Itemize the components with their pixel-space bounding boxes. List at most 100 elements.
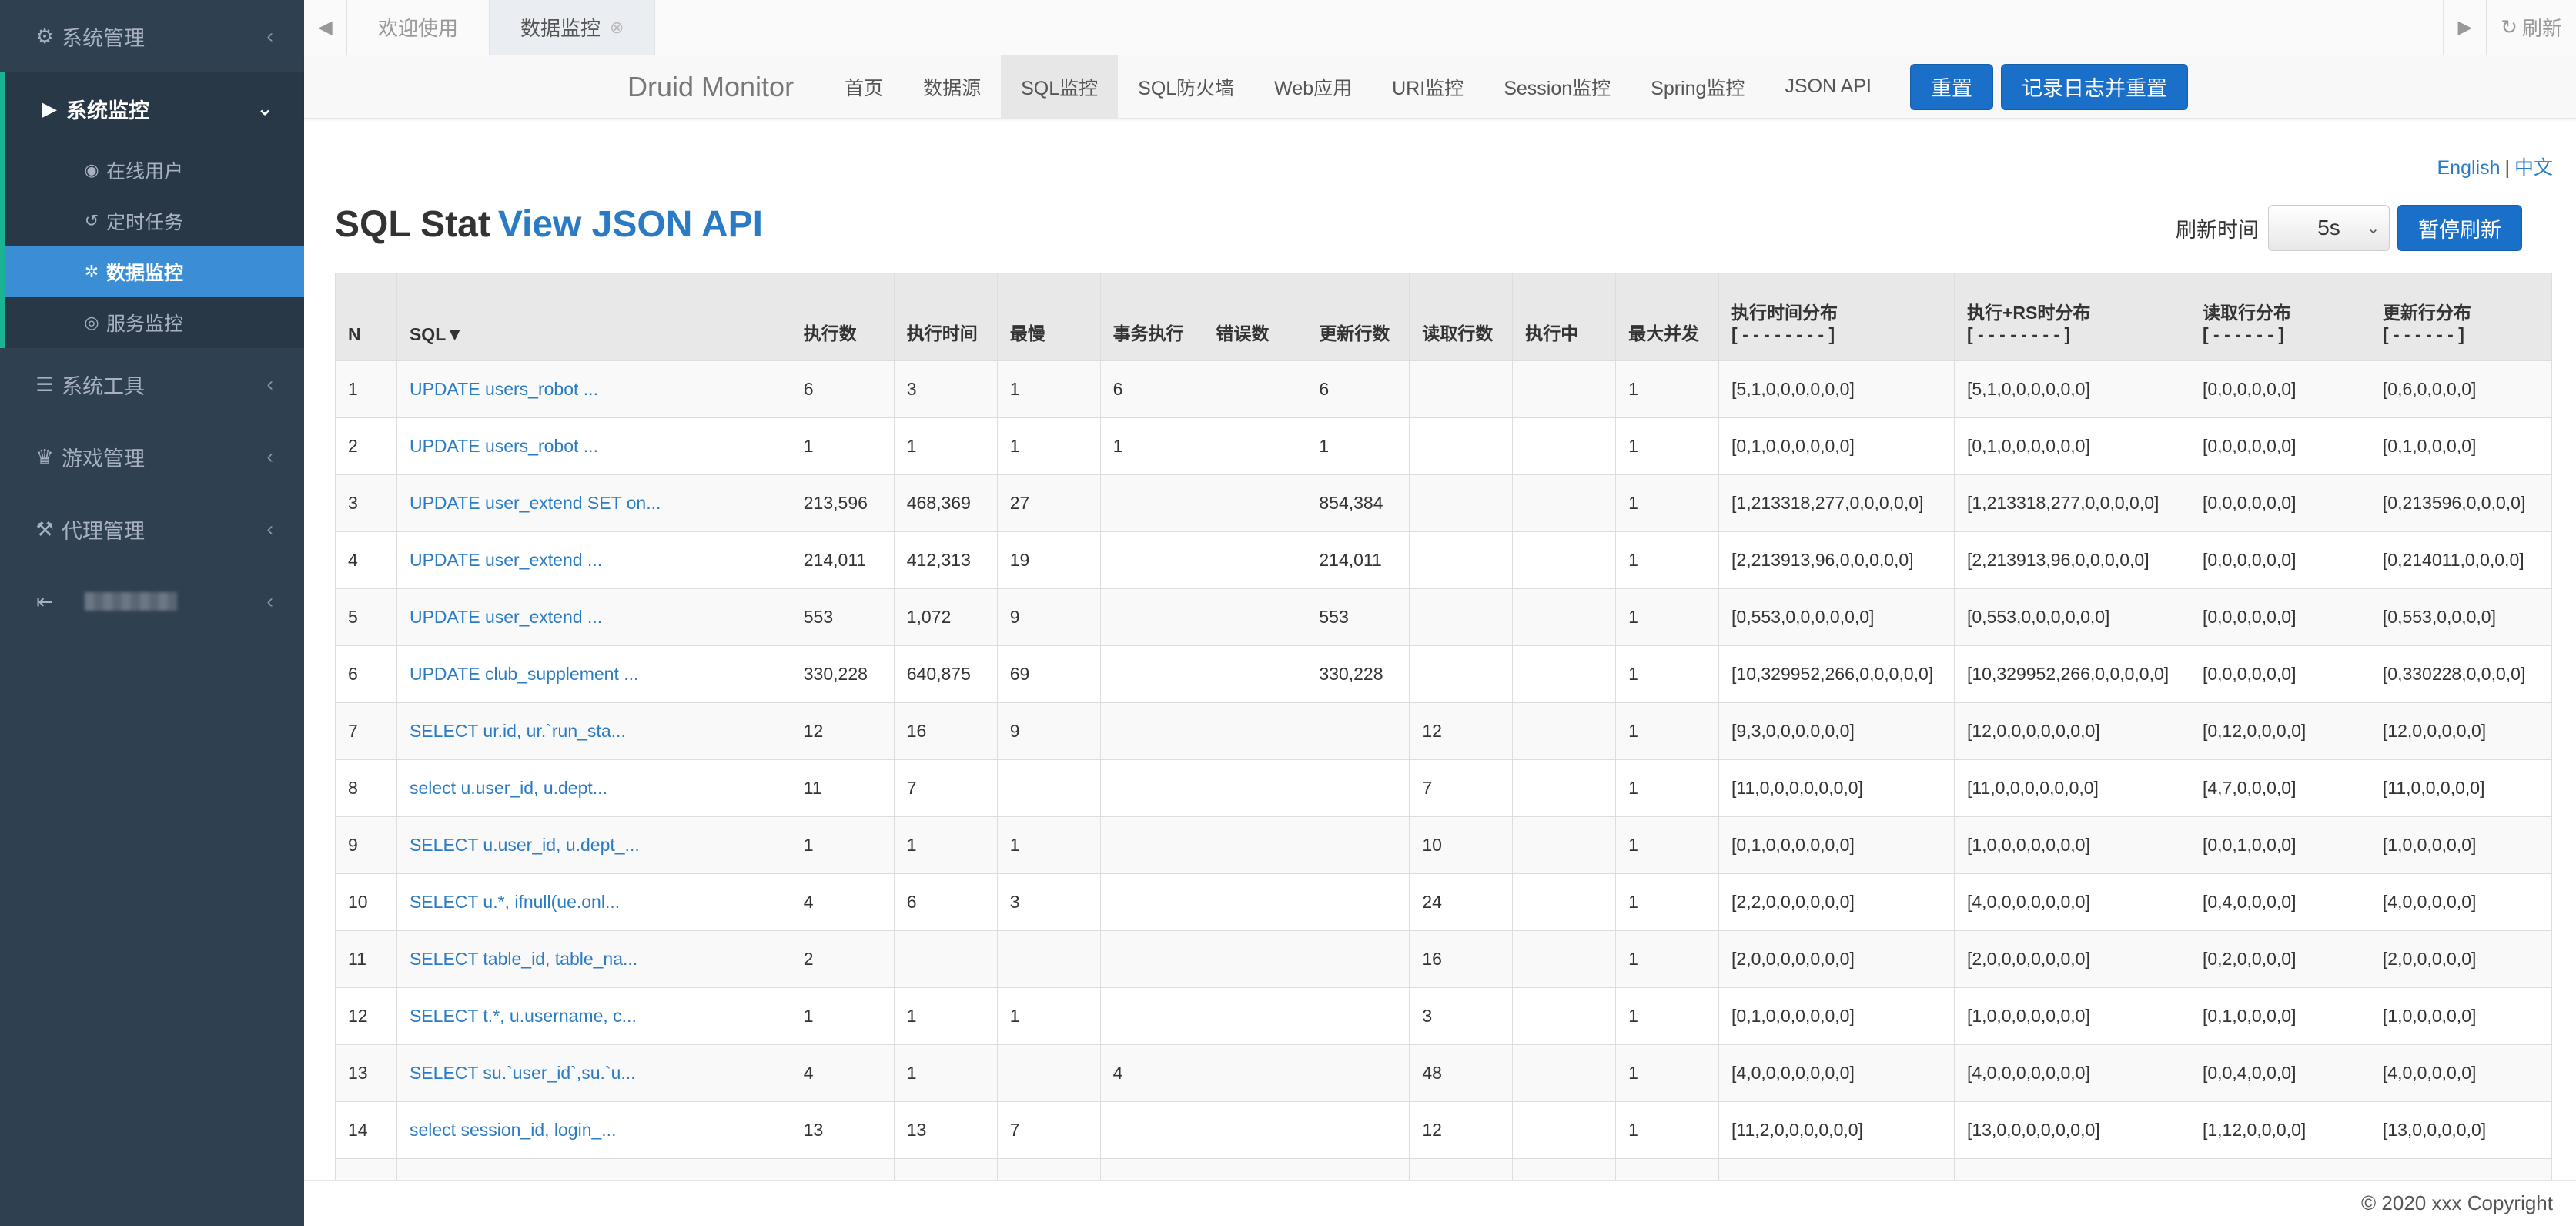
sql-link-cell[interactable]: SELECT t.*, u.username, c... bbox=[396, 987, 791, 1045]
view-json-api-link[interactable]: View JSON API bbox=[498, 204, 763, 245]
nav-session-monitor[interactable]: Session监控 bbox=[1484, 55, 1631, 118]
nav-uri-monitor[interactable]: URI监控 bbox=[1372, 55, 1484, 118]
tab-welcome[interactable]: 欢迎使用 bbox=[347, 0, 490, 55]
refresh-icon: ↻ bbox=[2501, 15, 2517, 39]
history-icon: ↺ bbox=[84, 211, 99, 230]
lang-english-link[interactable]: English bbox=[2437, 157, 2500, 179]
close-icon[interactable]: ⊗ bbox=[610, 18, 624, 38]
table-cell bbox=[1409, 360, 1514, 418]
refresh-tab-button[interactable]: ↻ 刷新 bbox=[2486, 0, 2576, 55]
table-cell: 6 bbox=[893, 873, 998, 931]
column-header-label: 更新行数 bbox=[1319, 323, 1390, 343]
tab-data-monitor[interactable]: 数据监控 ⊗ bbox=[490, 0, 656, 55]
sql-link-cell[interactable]: UPDATE user_extend ... bbox=[396, 531, 791, 589]
table-cell: 1,072 bbox=[893, 588, 998, 646]
nav-spring-monitor[interactable]: Spring监控 bbox=[1631, 55, 1765, 118]
table-cell: 9 bbox=[335, 816, 397, 874]
sql-link-cell[interactable]: SELECT table_id, table_na... bbox=[396, 930, 791, 988]
reset-button[interactable]: 重置 bbox=[1909, 63, 1993, 110]
sidebar-item-online-users[interactable]: ◉ 在线用户 bbox=[5, 145, 304, 196]
table-cell: 1 bbox=[1615, 702, 1720, 760]
nav-datasource[interactable]: 数据源 bbox=[903, 55, 1001, 118]
table-cell: 2 bbox=[790, 930, 895, 988]
table-cell: 24 bbox=[1409, 873, 1514, 931]
main-content: English | 中文 SQL Stat View JSON API 刷新时间 5s… bbox=[304, 119, 2576, 1180]
table-cell: [4,0,0,0,0,0,0,0] bbox=[1954, 1044, 2190, 1102]
table-cell bbox=[1512, 531, 1617, 589]
table-cell: 553 bbox=[1306, 588, 1410, 646]
sidebar-item-redacted[interactable]: ⇤ ‹ bbox=[0, 565, 304, 638]
table-cell: 1 bbox=[1615, 360, 1720, 418]
sql-link-cell[interactable]: SELECT ur.id, ur.`run_sta... bbox=[396, 702, 791, 760]
sidebar-item-system-tools[interactable]: ☰ 系统工具 ‹ bbox=[0, 348, 304, 420]
table-header-row: N SQL▼ 执行数 执行时间 最慢 事务执行 错误数 更新行数 读取行数 执行中 最大并发 执行时间… bbox=[335, 273, 2553, 361]
brand-logo[interactable]: Druid Monitor bbox=[627, 55, 825, 118]
table-row: 4 UPDATE user_extend ... 214,011 412,313 19 2… bbox=[335, 531, 2553, 589]
gavel-icon: ⚒ bbox=[35, 517, 54, 541]
nav-home[interactable]: 首页 bbox=[825, 55, 903, 118]
table-cell bbox=[1099, 1101, 1204, 1159]
nav-json-api[interactable]: JSON API bbox=[1765, 55, 1892, 118]
table-cell bbox=[1512, 816, 1617, 874]
chevron-left-icon: ‹ bbox=[266, 372, 273, 396]
sql-link-cell[interactable]: UPDATE users_robot ... bbox=[396, 360, 791, 418]
sql-link-cell[interactable]: SELECT u.user_id, u.dept_... bbox=[396, 816, 791, 874]
table-cell: [11,0,0,0,0,0,0,0] bbox=[1718, 759, 1955, 817]
table-cell: 1 bbox=[996, 987, 1101, 1045]
table-row: 9 SELECT u.user_id, u.dept_... 1 1 1 10 1 [0,1,… bbox=[335, 816, 2553, 874]
sql-link-cell[interactable]: SELECT u.*, ifnull(ue.onl... bbox=[396, 873, 791, 931]
table-cell: 7 bbox=[996, 1101, 1101, 1159]
table-cell: 14 bbox=[335, 1101, 397, 1159]
table-cell: 10 bbox=[1409, 816, 1514, 874]
sql-link-cell[interactable]: select session_id, login_... bbox=[396, 1101, 791, 1159]
nav-sql-monitor[interactable]: SQL监控 bbox=[1001, 55, 1119, 118]
sidebar-item-system-admin[interactable]: ⚙ 系统管理 ‹ bbox=[0, 0, 304, 72]
table-cell: 7 bbox=[893, 759, 998, 817]
sidebar-item-label: 游戏管理 bbox=[62, 447, 145, 471]
sql-link-cell[interactable] bbox=[396, 1158, 791, 1180]
table-cell: [4,0,0,0,0,0,0,0] bbox=[1718, 1044, 1955, 1102]
sql-link-cell[interactable]: SELECT su.`user_id`,su.`u... bbox=[396, 1044, 791, 1102]
table-cell: [4,7,0,0,0,0] bbox=[2189, 759, 2370, 817]
sidebar-item-data-monitor[interactable]: ✲ 数据监控 bbox=[5, 246, 304, 297]
refresh-interval-value: 5s bbox=[2317, 216, 2340, 240]
sidebar-item-server-monitor[interactable]: ◎ 服务监控 bbox=[5, 297, 304, 348]
tab-bar-right: ▶ ↻ 刷新 bbox=[2443, 0, 2576, 55]
table-cell: [0,1,0,0,0,0,0,0] bbox=[1954, 417, 2190, 475]
column-header[interactable]: SQL▼ bbox=[396, 273, 791, 361]
tab-scroll-right-button[interactable]: ▶ bbox=[2443, 0, 2486, 55]
tab-scroll-left-button[interactable]: ◀ bbox=[304, 0, 347, 55]
sql-link-cell[interactable]: UPDATE user_extend SET on... bbox=[396, 474, 791, 532]
refresh-interval-select[interactable]: 5s ⌄ bbox=[2268, 205, 2390, 251]
sidebar-item-game-admin[interactable]: ♛ 游戏管理 ‹ bbox=[0, 420, 304, 493]
table-cell bbox=[996, 759, 1101, 817]
table-cell bbox=[1203, 816, 1307, 874]
table-cell: 7 bbox=[1409, 759, 1514, 817]
log-and-reset-button[interactable]: 记录日志并重置 bbox=[2000, 63, 2188, 110]
table-cell bbox=[1512, 417, 1617, 475]
sql-link-cell[interactable]: UPDATE users_robot ... bbox=[396, 417, 791, 475]
sql-link-cell[interactable]: UPDATE club_supplement ... bbox=[396, 645, 791, 703]
nav-web-app[interactable]: Web应用 bbox=[1254, 55, 1372, 118]
table-cell: 5 bbox=[335, 588, 397, 646]
table-cell bbox=[1306, 759, 1410, 817]
sql-link-cell[interactable]: UPDATE user_extend ... bbox=[396, 588, 791, 646]
lang-chinese-link[interactable]: 中文 bbox=[2514, 157, 2553, 179]
table-cell: [0,0,4,0,0,0] bbox=[2189, 1044, 2370, 1102]
sidebar-item-system-monitor[interactable]: ▶ 系统监控 ⌄ bbox=[0, 72, 304, 145]
table-cell bbox=[1203, 759, 1307, 817]
table-cell: [2,213913,96,0,0,0,0,0] bbox=[1718, 531, 1955, 589]
nav-sql-firewall[interactable]: SQL防火墙 bbox=[1118, 55, 1254, 118]
column-header: 读取行分布[ - - - - - - ] bbox=[2189, 273, 2370, 361]
table-cell bbox=[1306, 1044, 1410, 1102]
column-header-label: 更新行分布 bbox=[2382, 303, 2471, 323]
table-cell bbox=[1203, 588, 1307, 646]
table-cell bbox=[1306, 1158, 1410, 1180]
table-cell: [0,1,0,0,0,0] bbox=[2189, 987, 2370, 1045]
table-cell bbox=[1512, 987, 1617, 1045]
table-cell bbox=[1203, 930, 1307, 988]
sql-link-cell[interactable]: select u.user_id, u.dept... bbox=[396, 759, 791, 817]
sidebar-item-agent-admin[interactable]: ⚒ 代理管理 ‹ bbox=[0, 493, 304, 565]
pause-refresh-button[interactable]: 暂停刷新 bbox=[2397, 205, 2522, 251]
sidebar-item-scheduled-tasks[interactable]: ↺ 定时任务 bbox=[5, 196, 304, 246]
